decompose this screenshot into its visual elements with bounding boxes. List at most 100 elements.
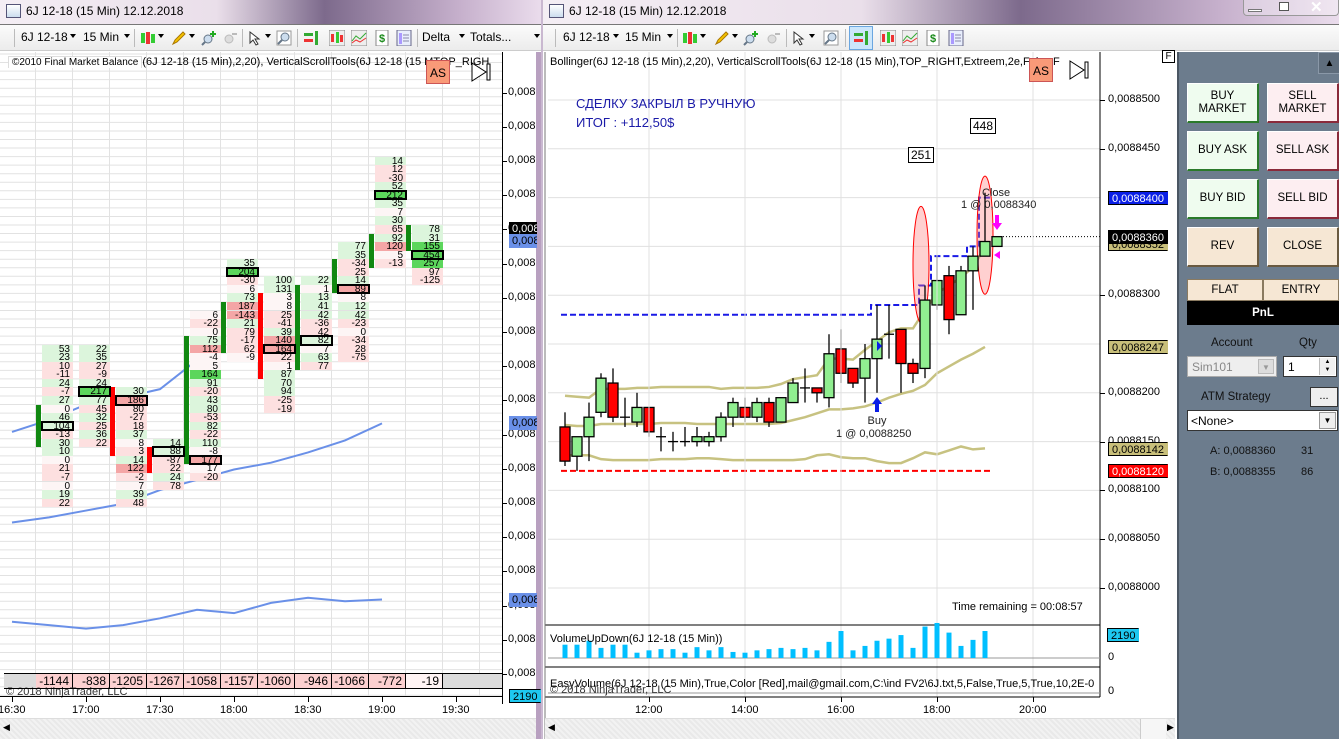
candle-body bbox=[571, 436, 583, 457]
buy-market-button[interactable]: BUY MARKET bbox=[1187, 83, 1259, 123]
reverse-button[interactable]: REV bbox=[1187, 227, 1259, 267]
time-tick bbox=[12, 697, 13, 702]
candle-body bbox=[703, 436, 715, 443]
panel-scroll-up-icon[interactable]: ▲ bbox=[1318, 52, 1339, 74]
buy-execution-detail: 1 @ 0,0088250 bbox=[836, 428, 912, 440]
volume-bar bbox=[838, 631, 844, 658]
time-label: 20:00 bbox=[1019, 704, 1047, 716]
time-tick bbox=[1033, 697, 1034, 702]
candle-body bbox=[751, 401, 763, 418]
time-label: 12:00 bbox=[635, 704, 663, 716]
flat-status: FLAT bbox=[1187, 279, 1263, 301]
volume-bar bbox=[898, 635, 904, 658]
candle-body bbox=[979, 240, 991, 257]
qty-spinner[interactable]: ▲ ▼ bbox=[1319, 358, 1335, 375]
time-axis-line bbox=[0, 696, 502, 697]
chevron-down-icon[interactable]: ▼ bbox=[1319, 412, 1336, 429]
left-price-badge: 0,0088 bbox=[509, 415, 537, 430]
close-position-button[interactable]: CLOSE bbox=[1267, 227, 1339, 267]
time-tick bbox=[86, 697, 87, 702]
time-remaining: Time remaining = 00:08:57 bbox=[952, 601, 1083, 613]
volume-bar bbox=[658, 649, 664, 658]
axis-tick bbox=[1100, 539, 1105, 541]
candle-body bbox=[727, 401, 739, 418]
trade-note: СДЕЛКУ ЗАКРЫЛ В РУЧНУЮ ИТОГ : +112,50$ bbox=[576, 94, 756, 132]
count-box-251: 251 bbox=[908, 147, 935, 163]
sell-ask-button[interactable]: SELL ASK bbox=[1267, 131, 1339, 171]
chart-trader-panel: ▲ BUY MARKET SELL MARKET BUY ASK SELL AS… bbox=[1177, 52, 1339, 739]
time-label: 16:00 bbox=[827, 704, 855, 716]
bid-size: 86 bbox=[1301, 466, 1314, 478]
volume-bar bbox=[778, 647, 784, 658]
account-label: Account bbox=[1211, 337, 1253, 349]
candle-body bbox=[595, 377, 607, 413]
chevron-down-icon[interactable]: ▼ bbox=[1258, 359, 1274, 374]
ask-price: A: 0,0088360 bbox=[1210, 445, 1276, 457]
footprint-poc-cell: 212 bbox=[374, 189, 407, 201]
price-label: 0,0088100 bbox=[1108, 483, 1160, 496]
time-tick bbox=[382, 697, 383, 702]
candle-body bbox=[955, 270, 967, 316]
price-badge: 0,0088142 bbox=[1108, 442, 1168, 457]
axis-tick bbox=[1100, 100, 1105, 101]
right-horizontal-scrollbar[interactable]: ◀ ▶ bbox=[545, 718, 1175, 739]
close-execution-detail: 1 @ 0,0088340 bbox=[961, 199, 1037, 211]
volume-bar bbox=[826, 641, 832, 658]
candle-body bbox=[631, 406, 643, 423]
scroll-thumb[interactable] bbox=[1140, 719, 1166, 739]
candle-body bbox=[919, 299, 931, 370]
time-tick bbox=[841, 697, 842, 702]
sell-market-button[interactable]: SELL MARKET bbox=[1267, 83, 1339, 123]
f-button[interactable]: F bbox=[1162, 50, 1175, 63]
volume-bar bbox=[982, 631, 988, 658]
volume-bar bbox=[886, 638, 892, 658]
buy-ask-button[interactable]: BUY ASK bbox=[1187, 131, 1259, 171]
candle-body bbox=[763, 401, 775, 423]
candle-body bbox=[559, 426, 571, 462]
ask-size: 31 bbox=[1301, 445, 1314, 457]
exit-marker-icon bbox=[994, 251, 1000, 259]
sell-bid-button[interactable]: SELL BID bbox=[1267, 179, 1339, 219]
candle-body bbox=[967, 255, 979, 272]
time-tick bbox=[937, 697, 938, 702]
play-pause-icon[interactable] bbox=[1068, 58, 1092, 82]
volume-bar bbox=[730, 651, 736, 658]
time-tick bbox=[649, 697, 650, 702]
volume-zero-label: 0 bbox=[1108, 651, 1115, 663]
account-select[interactable]: Sim101 ▼ bbox=[1187, 356, 1277, 377]
atm-strategy-select[interactable]: <None> ▼ bbox=[1187, 410, 1338, 431]
right-volume-badge: 2190 bbox=[1107, 628, 1140, 642]
volume-bar bbox=[934, 622, 940, 658]
volume-bar bbox=[814, 650, 820, 658]
candle-body bbox=[691, 436, 703, 443]
price-panel bbox=[548, 99, 1100, 589]
volume-bar bbox=[634, 652, 640, 658]
volume-panel-label: VolumeUpDown(6J 12-18 (15 Min)) bbox=[550, 633, 723, 645]
volume-bar bbox=[802, 647, 808, 658]
scroll-left-icon[interactable]: ◀ bbox=[548, 722, 555, 733]
time-tick bbox=[308, 697, 309, 702]
scroll-right-icon[interactable]: ▶ bbox=[1167, 722, 1174, 733]
footprint-poc-cell: 89 bbox=[337, 283, 370, 295]
footprint-poc-cell: 177 bbox=[189, 454, 222, 466]
footprint-poc-cell: 204 bbox=[226, 266, 259, 278]
candle-body bbox=[943, 275, 955, 321]
atm-more-button[interactable]: ... bbox=[1310, 387, 1338, 407]
price-label: 0,0088000 bbox=[1108, 581, 1160, 593]
candle-body bbox=[907, 362, 919, 374]
qty-input[interactable]: 1 ▲ ▼ bbox=[1283, 356, 1337, 377]
time-label: 18:00 bbox=[220, 704, 248, 716]
footprint-poc-cell: 82 bbox=[300, 335, 333, 346]
volume-bar bbox=[958, 645, 964, 658]
buy-bid-button[interactable]: BUY BID bbox=[1187, 179, 1259, 219]
as-button[interactable]: AS bbox=[1029, 58, 1053, 82]
axis-tick bbox=[1100, 490, 1105, 492]
volume-bar bbox=[970, 639, 976, 658]
candle-body bbox=[775, 397, 787, 423]
candle-body bbox=[859, 357, 871, 379]
volume-bar bbox=[694, 647, 700, 658]
volume-bar bbox=[670, 649, 676, 658]
volume-bar bbox=[646, 650, 652, 658]
candle-body bbox=[991, 235, 1003, 248]
volume-bar bbox=[946, 632, 952, 658]
